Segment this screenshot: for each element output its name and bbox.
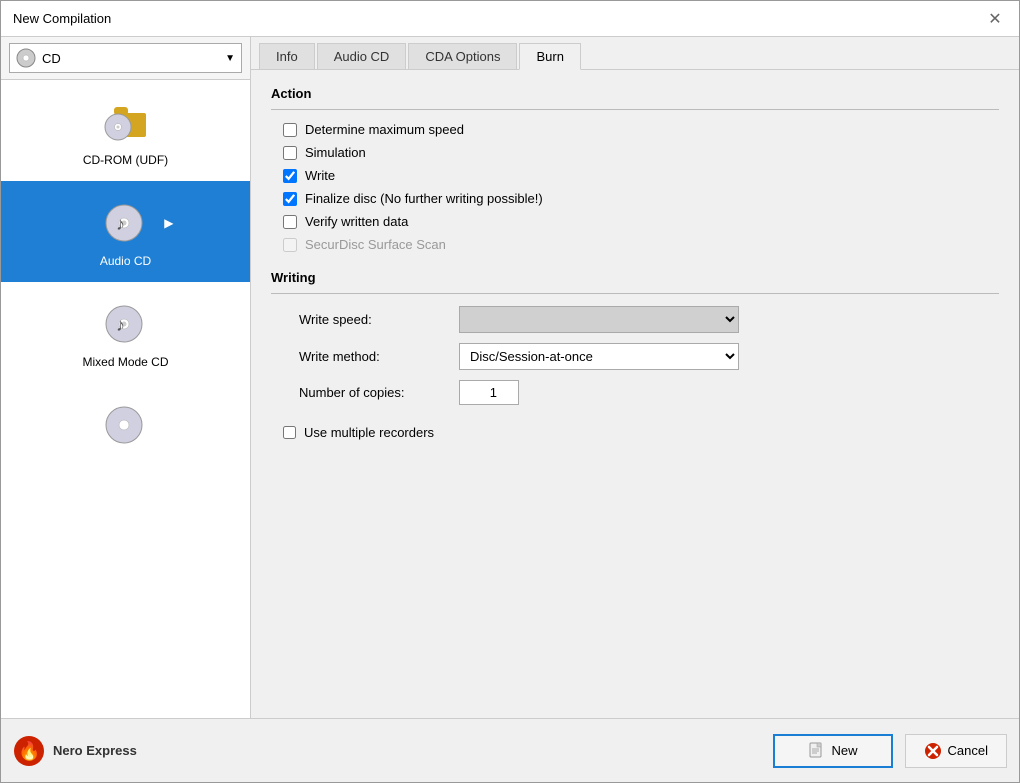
cd-dropdown-icon xyxy=(16,48,36,68)
list-item-mixed-mode-cd[interactable]: ♪ Mixed Mode CD xyxy=(1,282,250,383)
cancel-button-label: Cancel xyxy=(948,743,988,758)
copies-control xyxy=(459,380,739,405)
action-divider xyxy=(271,109,999,110)
burn-tab-content: Action Determine maximum speed Simulatio… xyxy=(251,70,1019,718)
right-panel: Info Audio CD CDA Options Burn Action De… xyxy=(251,37,1019,718)
finalize-disc-checkbox[interactable] xyxy=(283,192,297,206)
determine-max-speed-checkbox[interactable] xyxy=(283,123,297,137)
writing-section: Writing Write speed: Write method: xyxy=(271,270,999,440)
copies-label: Number of copies: xyxy=(299,385,459,400)
write-method-row: Write method: Disc/Session-at-once Track… xyxy=(271,343,999,370)
securedisc-checkbox[interactable] xyxy=(283,238,297,252)
svg-text:♪: ♪ xyxy=(116,315,125,335)
close-button[interactable]: ✕ xyxy=(983,7,1007,31)
writing-divider xyxy=(271,293,999,294)
finalize-disc-label: Finalize disc (No further writing possib… xyxy=(305,191,543,206)
mixed-mode-cd-label: Mixed Mode CD xyxy=(82,355,168,369)
write-speed-select[interactable] xyxy=(459,306,739,333)
item4-icon xyxy=(96,397,156,452)
nero-express-logo: 🔥 xyxy=(13,735,45,767)
simulation-row: Simulation xyxy=(271,145,999,160)
write-method-select[interactable]: Disc/Session-at-once Track-at-once Raw xyxy=(459,343,739,370)
writing-section-title: Writing xyxy=(271,270,999,285)
write-row: Write xyxy=(271,168,999,183)
verify-written-data-row: Verify written data xyxy=(271,214,999,229)
audio-cd-icon-container: ♪ ▶ xyxy=(96,195,156,250)
dialog-body: CD ▼ xyxy=(1,37,1019,718)
determine-max-speed-label: Determine maximum speed xyxy=(305,122,464,137)
verify-written-data-label: Verify written data xyxy=(305,214,408,229)
new-button-label: New xyxy=(832,743,858,758)
cancel-button[interactable]: Cancel xyxy=(905,734,1007,768)
write-method-label: Write method: xyxy=(299,349,459,364)
action-section: Action Determine maximum speed Simulatio… xyxy=(271,86,999,252)
multi-recorder-label: Use multiple recorders xyxy=(304,425,434,440)
list-item-4[interactable] xyxy=(1,383,250,466)
write-speed-label: Write speed: xyxy=(299,312,459,327)
tab-info[interactable]: Info xyxy=(259,43,315,69)
list-item-audio-cd[interactable]: ♪ ▶ Audio CD xyxy=(1,181,250,282)
write-speed-control xyxy=(459,306,739,333)
tab-audio-cd[interactable]: Audio CD xyxy=(317,43,407,69)
securedisc-row: SecurDisc Surface Scan xyxy=(271,237,999,252)
list-item-cd-rom-udf[interactable]: CD-ROM (UDF) xyxy=(1,80,250,181)
left-panel: CD ▼ xyxy=(1,37,251,718)
cancel-button-icon xyxy=(924,742,942,760)
dialog-title: New Compilation xyxy=(13,11,111,26)
cd-type-header: CD ▼ xyxy=(1,37,250,80)
cd-rom-udf-label: CD-ROM (UDF) xyxy=(83,153,168,167)
new-button[interactable]: New xyxy=(773,734,893,768)
write-label: Write xyxy=(305,168,335,183)
dropdown-arrow-icon: ▼ xyxy=(225,53,235,64)
compilation-type-list: CD-ROM (UDF) ♪ ▶ xyxy=(1,80,250,718)
new-compilation-dialog: New Compilation ✕ CD ▼ xyxy=(0,0,1020,783)
app-name: Nero Express xyxy=(53,743,137,758)
securedisc-label: SecurDisc Surface Scan xyxy=(305,237,446,252)
mixed-mode-cd-icon: ♪ xyxy=(96,296,156,351)
action-section-title: Action xyxy=(271,86,999,101)
copies-row: Number of copies: xyxy=(271,380,999,405)
tab-cda-options[interactable]: CDA Options xyxy=(408,43,517,69)
svg-text:♪: ♪ xyxy=(116,214,125,234)
copies-input[interactable] xyxy=(459,380,519,405)
simulation-label: Simulation xyxy=(305,145,366,160)
svg-text:🔥: 🔥 xyxy=(18,740,40,761)
dialog-footer: 🔥 Nero Express New xyxy=(1,718,1019,782)
footer-left: 🔥 Nero Express xyxy=(13,735,253,767)
multi-recorder-row: Use multiple recorders xyxy=(271,425,999,440)
write-method-control: Disc/Session-at-once Track-at-once Raw xyxy=(459,343,739,370)
title-bar: New Compilation ✕ xyxy=(1,1,1019,37)
audio-cd-label: Audio CD xyxy=(100,254,151,268)
finalize-disc-row: Finalize disc (No further writing possib… xyxy=(271,191,999,206)
write-speed-row: Write speed: xyxy=(271,306,999,333)
write-checkbox[interactable] xyxy=(283,169,297,183)
cd-type-dropdown[interactable]: CD ▼ xyxy=(9,43,242,73)
determine-max-speed-row: Determine maximum speed xyxy=(271,122,999,137)
footer-right: New Cancel xyxy=(773,734,1007,768)
tab-burn[interactable]: Burn xyxy=(519,43,580,70)
simulation-checkbox[interactable] xyxy=(283,146,297,160)
selected-arrow-icon: ▶ xyxy=(164,216,173,230)
new-button-icon xyxy=(808,742,826,760)
verify-written-data-checkbox[interactable] xyxy=(283,215,297,229)
cd-rom-udf-icon xyxy=(96,94,156,149)
tabs-bar: Info Audio CD CDA Options Burn xyxy=(251,37,1019,70)
cd-dropdown-label: CD xyxy=(42,51,61,66)
multi-recorder-checkbox[interactable] xyxy=(283,426,296,439)
